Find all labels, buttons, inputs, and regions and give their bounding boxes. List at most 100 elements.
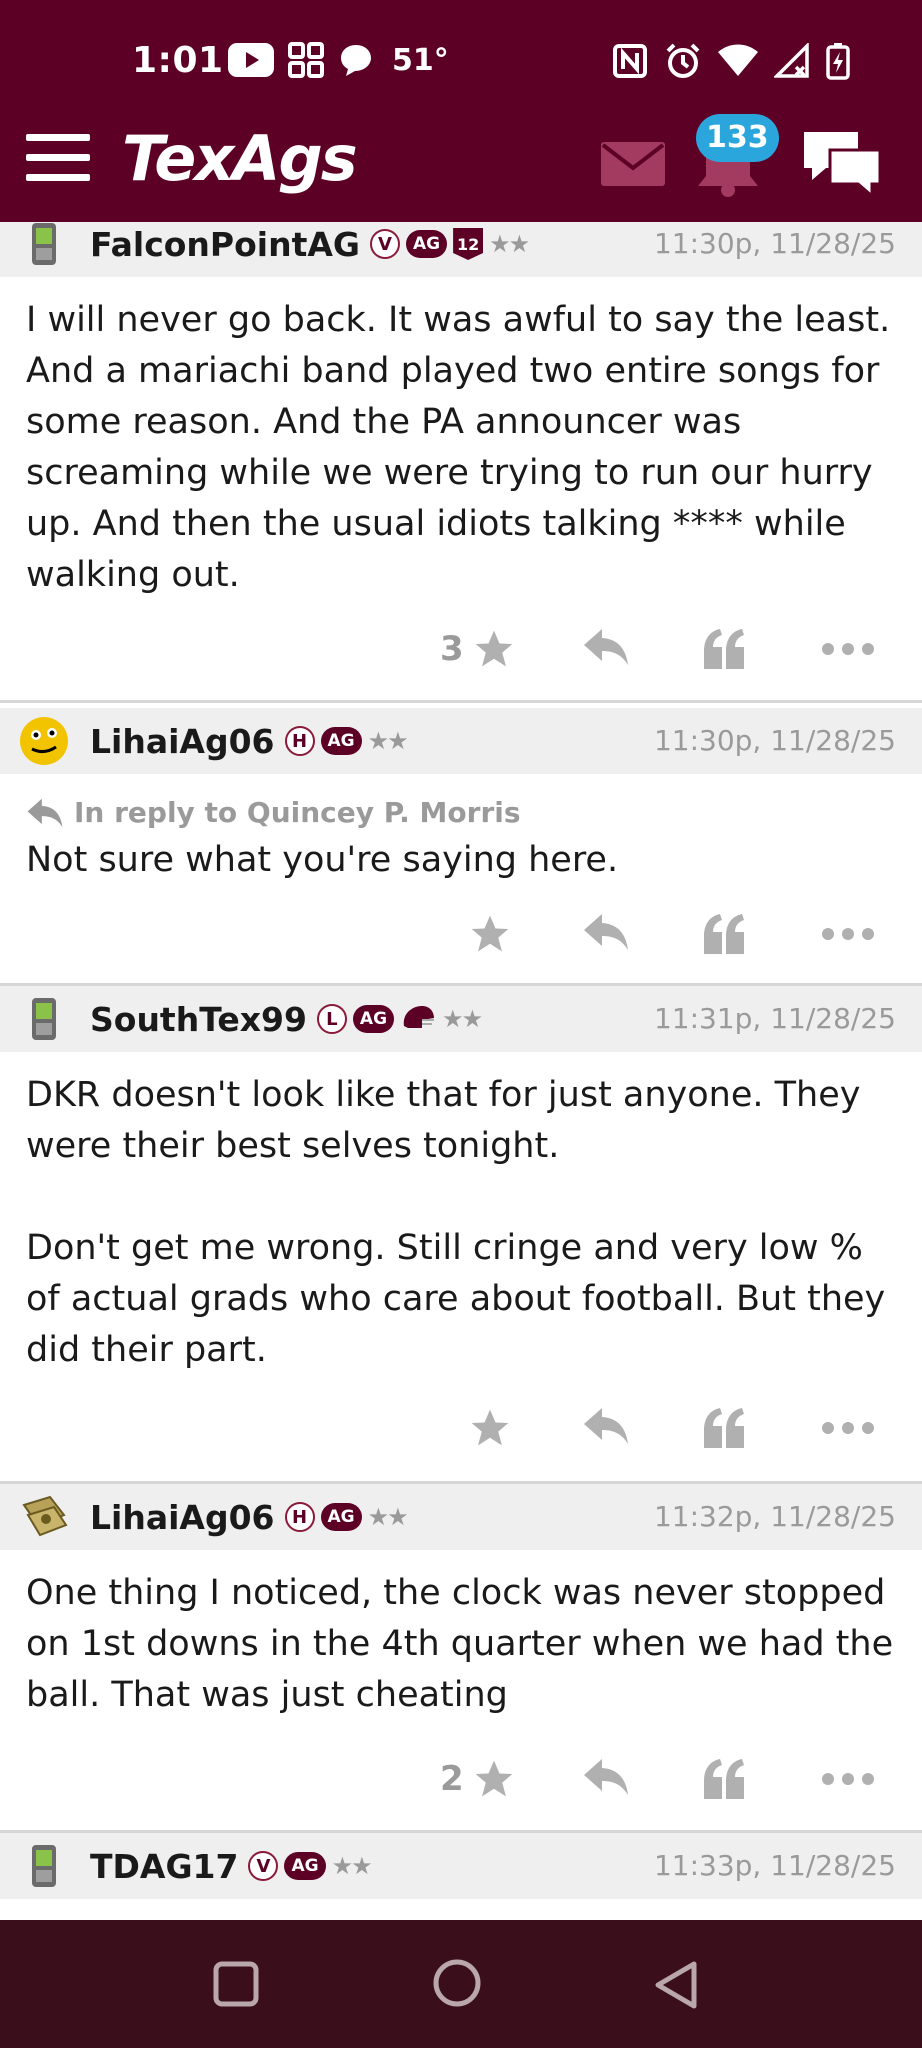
post-timestamp: 11:32p, 11/28/25 — [653, 1500, 896, 1533]
reply-button[interactable] — [582, 1757, 630, 1797]
post: FalconPointAG V AG 12 ★★ 11:30p, 11/28/2… — [0, 222, 922, 703]
reply-icon — [27, 798, 63, 827]
menu-line — [26, 134, 90, 141]
phone-icon — [18, 1840, 70, 1892]
rating-stars-icon: ★★ — [367, 727, 409, 755]
user-badge-h: H — [284, 1502, 315, 1532]
post-header: SouthTex99 L AG ★★ 11:31p, 11/28/25 — [0, 986, 922, 1052]
post-header: LihaiAg06 H AG ★★ 11:32p, 11/28/25 — [0, 1484, 922, 1550]
username[interactable]: TDAG17 — [90, 1847, 238, 1886]
star-icon — [471, 1409, 509, 1446]
ellipsis-icon — [822, 1422, 874, 1434]
post-timestamp: 11:31p, 11/28/25 — [653, 1002, 896, 1035]
star-icon — [475, 1760, 513, 1797]
post: LihaiAg06 H AG ★★ 11:32p, 11/28/25 One t… — [0, 1484, 922, 1833]
reply-icon — [584, 914, 628, 950]
star-count: 2 — [440, 1759, 464, 1799]
username[interactable]: SouthTex99 — [90, 1000, 307, 1039]
rating-stars-icon: ★★ — [442, 1005, 483, 1033]
status-temperature: 51° — [392, 42, 449, 78]
star-count: 3 — [440, 629, 464, 669]
battery-icon — [826, 42, 850, 80]
more-options-button[interactable] — [820, 912, 876, 956]
recent-apps-button[interactable] — [212, 1960, 260, 2012]
back-button[interactable] — [652, 1960, 700, 2014]
user-badge-ag: AG — [284, 1852, 326, 1880]
texags-logo[interactable]: TexAgs — [122, 122, 358, 195]
star-button[interactable]: 2 — [440, 1757, 516, 1801]
mail-icon[interactable] — [601, 142, 665, 190]
quote-icon — [704, 1759, 744, 1799]
apps-grid-icon — [288, 42, 324, 78]
message-bubble-icon — [338, 42, 374, 78]
post-body: I will never go back. It was awful to sa… — [26, 300, 891, 595]
status-time: 1:01 — [132, 40, 224, 81]
post-feed[interactable]: FalconPointAG V AG 12 ★★ 11:30p, 11/28/2… — [0, 222, 922, 1920]
user-badge-ag: AG — [320, 1503, 362, 1531]
post: SouthTex99 L AG ★★ 11:31p, 11/28/25 DKR … — [0, 986, 922, 1484]
reply-to-label: In reply to Quincey P. Morris — [74, 796, 521, 829]
user-badge-ag: AG — [352, 1005, 395, 1033]
post-body: DKR doesn't look like that for just anyo… — [26, 1075, 886, 1370]
notification-count-badge[interactable]: 133 — [696, 114, 779, 162]
post-actions: 2 — [0, 1721, 922, 1833]
reply-icon — [584, 1759, 628, 1795]
username[interactable]: FalconPointAG — [90, 225, 360, 264]
ellipsis-icon — [822, 928, 874, 940]
more-options-button[interactable] — [820, 1757, 876, 1801]
post: LihaiAg06 H AG ★★ 11:30p, 11/28/25 In re… — [0, 708, 922, 986]
star-icon — [475, 630, 513, 667]
menu-button[interactable] — [26, 134, 90, 182]
username[interactable]: LihaiAg06 — [90, 1498, 275, 1537]
post-timestamp: 11:33p, 11/28/25 — [653, 1849, 896, 1882]
menu-line — [26, 154, 90, 161]
quote-icon — [704, 629, 744, 669]
rating-stars-icon: ★★ — [331, 1852, 373, 1880]
post-header: LihaiAg06 H AG ★★ 11:30p, 11/28/25 — [0, 708, 922, 774]
user-badge-l: L — [316, 1004, 347, 1034]
helmet-badge-icon — [400, 1004, 436, 1034]
home-button[interactable] — [432, 1958, 482, 2012]
ellipsis-icon — [822, 643, 874, 655]
ellipsis-icon — [822, 1773, 874, 1785]
chat-icon[interactable] — [800, 128, 884, 202]
post-timestamp: 11:30p, 11/28/25 — [653, 227, 896, 260]
phone-icon — [18, 222, 70, 270]
user-badge-ag: AG — [320, 727, 362, 755]
reply-button[interactable] — [582, 627, 630, 667]
youtube-icon — [228, 43, 274, 77]
post-actions — [0, 1376, 922, 1484]
quote-button[interactable] — [702, 627, 746, 671]
post-body: Not sure what you're saying here. — [26, 840, 619, 880]
quote-button[interactable] — [702, 912, 746, 956]
post-header: FalconPointAG V AG 12 ★★ 11:30p, 11/28/2… — [0, 222, 922, 277]
menu-line — [26, 174, 90, 181]
reply-button[interactable] — [582, 912, 630, 952]
back-triangle-icon — [655, 1961, 697, 2009]
star-button[interactable]: 3 — [440, 627, 516, 671]
more-options-button[interactable] — [820, 627, 876, 671]
post-header: TDAG17 V AG ★★ 11:33p, 11/28/25 — [0, 1833, 922, 1899]
username[interactable]: LihaiAg06 — [90, 722, 275, 761]
rating-stars-icon: ★★ — [489, 230, 530, 258]
quote-icon — [704, 914, 744, 954]
reply-reference[interactable]: In reply to Quincey P. Morris — [0, 774, 922, 829]
user-badge-h: H — [284, 726, 315, 756]
star-button[interactable] — [468, 912, 512, 956]
user-badge-ag: AG — [405, 230, 448, 258]
quote-button[interactable] — [702, 1757, 746, 1801]
square-icon — [213, 1961, 259, 2007]
phone-icon — [18, 993, 70, 1045]
signal-icon — [774, 43, 810, 79]
user-badge-v: V — [248, 1851, 279, 1881]
star-button[interactable] — [468, 1406, 512, 1450]
post-actions — [0, 886, 922, 986]
reply-icon — [584, 1408, 628, 1444]
quote-button[interactable] — [702, 1406, 746, 1450]
reply-button[interactable] — [582, 1406, 630, 1446]
circle-icon — [433, 1959, 481, 2007]
post-actions: 3 — [0, 601, 922, 703]
rating-stars-icon: ★★ — [367, 1503, 409, 1531]
12th-man-badge: 12 — [453, 228, 484, 260]
more-options-button[interactable] — [820, 1406, 876, 1450]
